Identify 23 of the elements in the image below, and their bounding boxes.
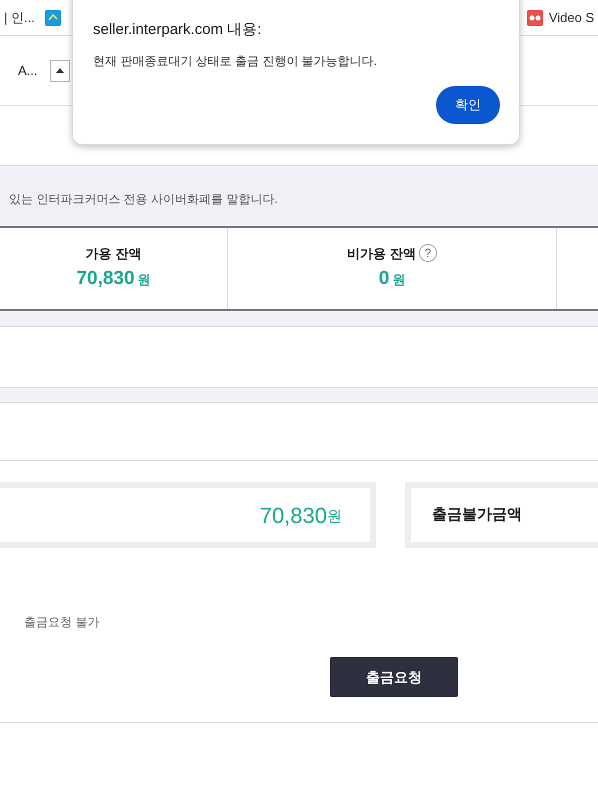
withdraw-request-button[interactable]: 출금요청 [330, 657, 458, 697]
bookmark[interactable]: | 인... [4, 8, 35, 28]
balance-label: 가용 잔액 [86, 244, 142, 262]
bookmark-icon[interactable] [44, 10, 61, 26]
balance-amount: 0 [378, 267, 390, 291]
tab-title: A... [18, 62, 38, 80]
help-icon[interactable]: ? [418, 244, 437, 262]
note-text: 출금요청 불가 [24, 614, 100, 631]
triangle-up-icon [56, 68, 64, 73]
scroll-up-button[interactable] [50, 60, 70, 82]
amount-value: 70,830 [260, 502, 327, 530]
confirm-button[interactable]: 확인 [436, 86, 500, 124]
dialog-title: seller.interpark.com 내용: [93, 20, 262, 40]
bookmark-icon[interactable] [526, 10, 543, 26]
bookmark[interactable]: Video S [548, 8, 594, 28]
currency-unit: 원 [327, 506, 342, 527]
balance-amount: 70,830 [76, 267, 135, 291]
currency-unit: 원 [392, 271, 406, 289]
notice-text: 있는 인터파크커머스 전용 사이버화폐를 말합니다. [9, 191, 278, 208]
dialog-message: 현재 판매종료대기 상태로 출금 진행이 불가능합니다. [93, 52, 378, 70]
balance-label: 비가용 잔액 [347, 244, 416, 262]
blocked-amount-label: 출금불가금액 [432, 504, 522, 525]
currency-unit: 원 [138, 271, 151, 289]
